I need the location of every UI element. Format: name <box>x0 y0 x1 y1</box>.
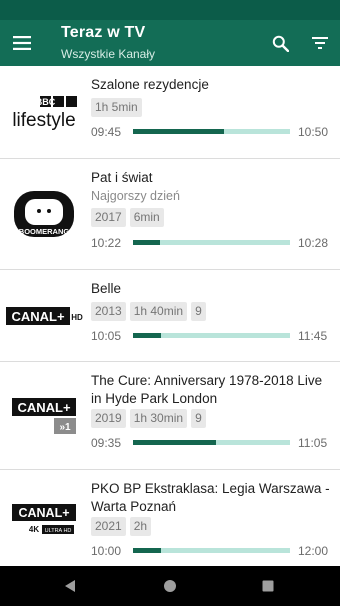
program-title: Pat i świat <box>91 170 153 185</box>
end-time: 10:50 <box>298 125 329 139</box>
start-time: 10:00 <box>91 544 122 558</box>
logo-text: CANAL+ <box>18 506 69 520</box>
progress-fill <box>133 440 217 445</box>
program-title: PKO BP Ekstraklasa: Legia Warszawa - War… <box>91 481 330 514</box>
end-time: 10:28 <box>298 236 329 250</box>
program-row[interactable]: BBC lifestyle Szalone rezydencje 1h 5min… <box>0 66 340 159</box>
program-title: Belle <box>91 281 122 296</box>
duration-chip: 1h 5min <box>91 98 142 117</box>
program-chips: 2019 1h 30min 9 <box>91 409 206 428</box>
progress-fill <box>133 548 162 553</box>
start-time: 09:45 <box>91 125 122 139</box>
system-navigation-bar <box>0 566 340 606</box>
progress-bar <box>133 333 290 338</box>
logo-text: 4K <box>29 525 39 534</box>
duration-chip: 1h 30min <box>129 409 188 428</box>
logo-text: »1 <box>59 422 71 433</box>
duration-chip: 2h <box>129 517 152 536</box>
age-rating-chip: 9 <box>191 409 206 428</box>
logo-text: CANAL+ <box>11 309 64 324</box>
channel-logo-canal-plus-hd: CANAL+ HD <box>4 288 84 344</box>
program-row[interactable]: CANAL+ HD Belle 2013 1h 40min 9 10:05 11… <box>0 270 340 362</box>
program-list: BBC lifestyle Szalone rezydencje 1h 5min… <box>0 66 340 566</box>
start-time: 10:22 <box>91 236 122 250</box>
program-chips: 2013 1h 40min 9 <box>91 302 206 321</box>
search-icon[interactable] <box>265 28 295 58</box>
year-chip: 2021 <box>91 517 126 536</box>
start-time: 10:05 <box>91 329 122 343</box>
logo-text: ULTRA HD <box>45 528 72 534</box>
start-time: 09:35 <box>91 436 122 450</box>
episode-title: Najgorszy dzień <box>91 189 180 203</box>
progress-bar <box>133 548 290 553</box>
logo-text: CANAL+ <box>17 400 70 415</box>
program-row[interactable]: CANAL+ 4K ULTRA HD PKO BP Ekstraklasa: L… <box>0 470 340 566</box>
logo-text: HD <box>71 313 83 322</box>
logo-text: lifestyle <box>12 110 75 130</box>
back-icon[interactable] <box>58 574 82 598</box>
end-time: 11:05 <box>298 436 328 450</box>
logo-text: BOOMERANG <box>19 227 70 236</box>
program-chips: 2021 2h <box>91 517 152 536</box>
channel-logo-bbc-lifestyle: BBC lifestyle <box>4 80 84 144</box>
filter-icon[interactable] <box>305 28 335 58</box>
app-title: Teraz w TV <box>61 24 146 41</box>
channel-filter-subtitle[interactable]: Wszystkie Kanały <box>61 47 155 61</box>
home-icon[interactable] <box>158 574 182 598</box>
progress-bar <box>133 440 290 445</box>
program-chips: 1h 5min <box>91 98 142 117</box>
channel-logo-canal-plus-4k: CANAL+ 4K ULTRA HD <box>4 490 84 550</box>
program-chips: 2017 6min <box>91 208 164 227</box>
end-time: 11:45 <box>298 329 328 343</box>
channel-logo-boomerang: BOOMERANG <box>4 173 84 257</box>
channel-logo-canal-plus-1: CANAL+ »1 <box>4 384 84 448</box>
year-chip: 2017 <box>91 208 126 227</box>
year-chip: 2019 <box>91 409 126 428</box>
progress-bar <box>133 240 290 245</box>
logo-text: BBC <box>36 97 56 107</box>
progress-fill <box>133 240 160 245</box>
age-rating-chip: 9 <box>191 302 206 321</box>
status-bar <box>0 0 340 20</box>
progress-fill <box>133 333 162 338</box>
program-row[interactable]: BOOMERANG Pat i świat Najgorszy dzień 20… <box>0 159 340 270</box>
duration-chip: 6min <box>129 208 164 227</box>
duration-chip: 1h 40min <box>129 302 188 321</box>
program-row[interactable]: CANAL+ »1 The Cure: Anniversary 1978-201… <box>0 362 340 470</box>
program-title: The Cure: Anniversary 1978-2018 Live in … <box>91 373 323 406</box>
year-chip: 2013 <box>91 302 126 321</box>
program-title: Szalone rezydencje <box>91 77 209 92</box>
menu-icon[interactable] <box>6 27 38 59</box>
progress-fill <box>133 129 225 134</box>
recents-icon[interactable] <box>256 574 280 598</box>
end-time: 12:00 <box>298 544 329 558</box>
app-bar: Teraz w TV Wszystkie Kanały <box>0 20 340 66</box>
progress-bar <box>133 129 290 134</box>
